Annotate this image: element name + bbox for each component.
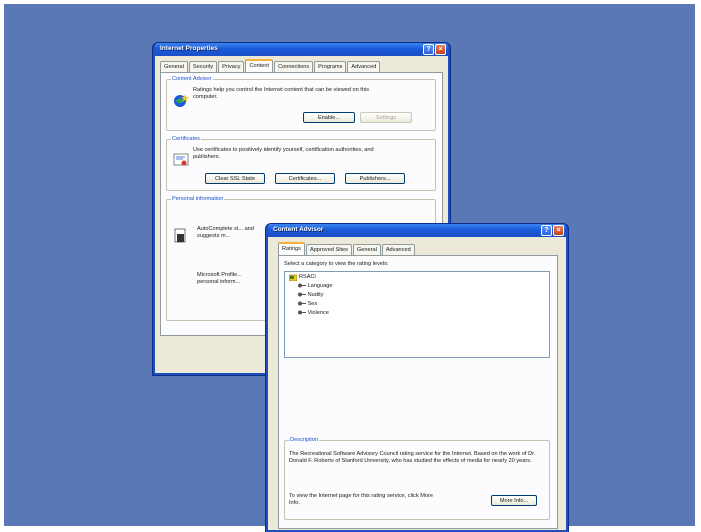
- tab-programs[interactable]: Programs: [314, 61, 347, 72]
- profile-text: Microsoft Profile... personal inform...: [197, 272, 242, 285]
- tree-item-label: Sex: [307, 301, 318, 307]
- titlebar[interactable]: Internet Properties ? ×: [155, 43, 448, 56]
- titlebar[interactable]: Content Advisor ? ×: [268, 224, 566, 237]
- category-prompt: Select a category to view the rating lev…: [284, 261, 389, 267]
- help-button[interactable]: ?: [541, 225, 552, 236]
- tab-privacy[interactable]: Privacy: [218, 61, 245, 72]
- ratings-tab-panel: Select a category to view the rating lev…: [278, 255, 558, 529]
- content-advisor-description: Ratings help you control the Internet co…: [193, 87, 370, 100]
- tree-item-label: Nudity: [307, 292, 324, 298]
- certificate-icon: [173, 153, 189, 166]
- description-text: The Recreational Software Advisory Counc…: [289, 451, 536, 464]
- enable-button[interactable]: Enable...: [303, 112, 355, 123]
- tab-general[interactable]: General: [352, 244, 381, 255]
- content-advisor-window: Content Advisor ? × Ratings Approved Sit…: [266, 224, 568, 532]
- personal-information-label: Personal information: [171, 196, 225, 203]
- rating-key-icon: [298, 292, 306, 297]
- tree-item-violence[interactable]: Violence: [298, 310, 329, 317]
- rsaci-folder-icon: [289, 274, 297, 281]
- content-advisor-label: Content Advisor: [171, 76, 213, 83]
- window-title: Internet Properties: [160, 45, 218, 52]
- certificates-description: Use certificates to positively identify …: [193, 147, 374, 160]
- content-advisor-icon: [174, 94, 189, 107]
- autocomplete-icon: [174, 228, 186, 243]
- tree-item-sex[interactable]: Sex: [298, 301, 317, 308]
- tab-content[interactable]: Content: [245, 59, 274, 73]
- tree-item-language[interactable]: Language: [298, 283, 332, 290]
- description-label: Description: [289, 437, 319, 444]
- tree-item-label: Violence: [307, 310, 329, 316]
- dialog-title: Content Advisor: [273, 226, 324, 233]
- desktop: Internet Properties ? × General Security…: [4, 4, 695, 532]
- tab-approved-sites[interactable]: Approved Sites: [305, 244, 352, 255]
- tab-advanced[interactable]: Advanced: [381, 244, 415, 255]
- settings-button[interactable]: Settings: [360, 112, 412, 123]
- description-group: Description The Recreational Software Ad…: [284, 437, 550, 520]
- certificates-label: Certificates: [171, 136, 201, 143]
- certificates-button[interactable]: Certificates...: [275, 173, 335, 184]
- certificates-group: Certificates Use certificates to positiv…: [166, 136, 436, 191]
- rating-key-icon: [298, 283, 306, 288]
- tab-connections[interactable]: Connections: [274, 61, 314, 72]
- content-advisor-group: Content Advisor Ratings help you control…: [166, 76, 436, 131]
- tab-ratings[interactable]: Ratings: [278, 242, 305, 256]
- help-button[interactable]: ?: [423, 44, 434, 55]
- tree-item-label: Language: [307, 283, 333, 289]
- tree-root-rsaci[interactable]: RSACi: [299, 274, 316, 281]
- clear-ssl-state-button[interactable]: Clear SSL State: [205, 173, 265, 184]
- tree-item-nudity[interactable]: Nudity: [298, 292, 323, 299]
- tab-advanced[interactable]: Advanced: [347, 61, 381, 72]
- publishers-button[interactable]: Publishers...: [345, 173, 405, 184]
- autocomplete-text: AutoComplete st... and suggests m...: [197, 226, 254, 239]
- more-info-button[interactable]: More Info...: [491, 495, 537, 506]
- rating-category-tree[interactable]: RSACi Language Nudity Sex Violence: [284, 271, 550, 358]
- close-button[interactable]: ×: [553, 225, 564, 236]
- rating-key-icon: [298, 301, 306, 306]
- more-info-prompt: To view the Internet page for this ratin…: [289, 493, 433, 506]
- tab-security[interactable]: Security: [188, 61, 218, 72]
- rating-key-icon: [298, 310, 306, 315]
- tab-general[interactable]: General: [160, 61, 188, 72]
- close-button[interactable]: ×: [435, 44, 446, 55]
